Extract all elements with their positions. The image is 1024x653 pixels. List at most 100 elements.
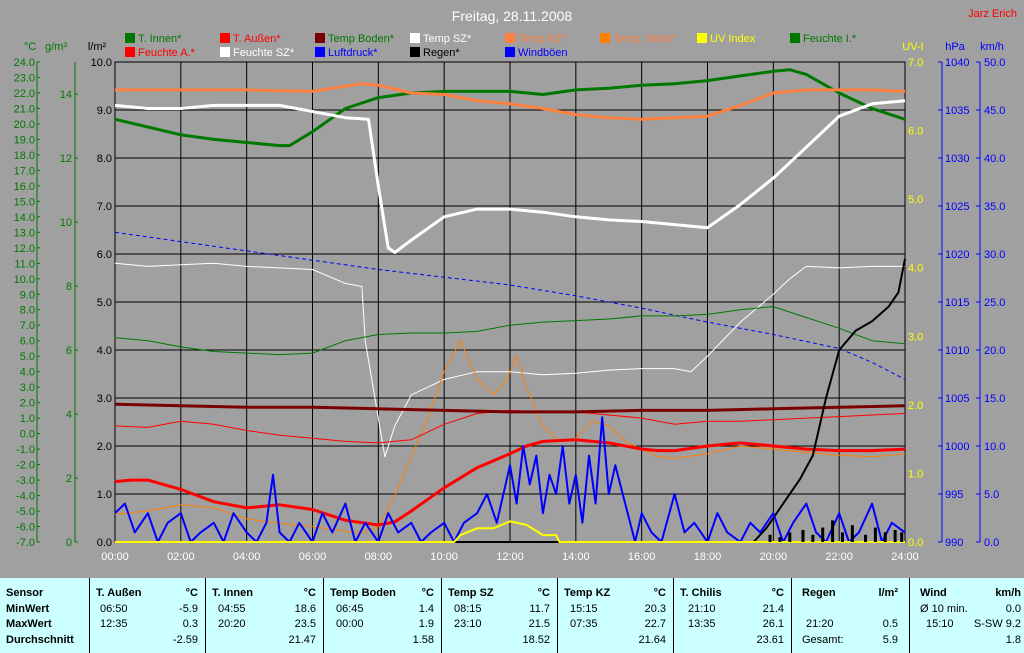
temp-tick-label: 3.0 xyxy=(20,382,35,394)
min-value: 1.4 xyxy=(418,603,434,615)
uv-tick-label: 0.0 xyxy=(908,537,923,549)
rain-bar xyxy=(801,530,805,542)
avg-value: 0.0 xyxy=(1005,603,1021,615)
temp-tick-label: -7.0 xyxy=(16,537,35,549)
legend-label: Temp KZ* xyxy=(518,33,567,45)
legend-label: Feuchte I.* xyxy=(803,33,857,45)
avg-label: Ø 10 min. xyxy=(920,603,968,615)
temp-tick-label: 16.0 xyxy=(14,181,35,193)
stats-col-kz: Temp KZ °C 15:15 20.3 07:35 22.7 21.64 xyxy=(558,578,672,653)
col-unit: l/m² xyxy=(878,587,898,599)
rain-tick-label: 1.0 xyxy=(97,489,112,501)
legend-swatch xyxy=(697,33,707,43)
x-tick-label: 20:00 xyxy=(760,551,788,563)
wind-tick-label: 0.0 xyxy=(984,537,999,549)
max-time: 20:20 xyxy=(218,618,246,630)
avg-value: 18.52 xyxy=(522,634,550,646)
temp-tick-label: 17.0 xyxy=(14,165,35,177)
avg-value: 23.61 xyxy=(756,634,784,646)
legend-label: T. Innen* xyxy=(138,33,182,45)
max-value: 1.9 xyxy=(418,618,434,630)
legend-label: Windböen xyxy=(518,47,568,59)
min-time: 15:15 xyxy=(570,603,598,615)
min-value: -5.9 xyxy=(179,603,198,615)
max-value: S-SW 9.2 xyxy=(973,618,1021,630)
rain-bar xyxy=(811,534,815,542)
rain-bar xyxy=(893,530,897,542)
wind-tick-label: 45.0 xyxy=(984,105,1005,117)
min-label: MinWert xyxy=(6,603,50,615)
x-tick-label: 02:00 xyxy=(167,551,195,563)
x-tick-label: 22:00 xyxy=(825,551,853,563)
legend-swatch xyxy=(410,47,420,57)
rain-bar xyxy=(873,527,877,542)
min-time: 04:55 xyxy=(218,603,246,615)
weather-chart: Freitag, 28.11.2008 Jarz Erich T. Innen*… xyxy=(0,0,1024,578)
rain-bar xyxy=(900,532,904,542)
uv-tick-label: 2.0 xyxy=(908,400,923,412)
uv-tick-label: 5.0 xyxy=(908,194,923,206)
temp-tick-label: 5.0 xyxy=(20,351,35,363)
col-unit: °C xyxy=(653,587,666,599)
x-tick-label: 16:00 xyxy=(628,551,656,563)
min-time: 08:15 xyxy=(454,603,482,615)
author-label: Jarz Erich xyxy=(968,8,1017,20)
wind-tick-label: 10.0 xyxy=(984,441,1005,453)
pressure-tick-label: 1040 xyxy=(945,57,969,69)
temp-tick-label: -1.0 xyxy=(16,444,35,456)
max-value: 0.3 xyxy=(182,618,198,630)
rain-bar xyxy=(840,532,844,542)
rain-bar xyxy=(768,534,772,542)
max-time: 13:35 xyxy=(688,618,716,630)
min-value: 21.4 xyxy=(762,603,784,615)
temp-tick-label: 7.0 xyxy=(20,320,35,332)
humidity-unit-label: g/m³ xyxy=(45,41,67,53)
humidity-tick-label: 4 xyxy=(66,409,72,421)
rain-tick-label: 7.0 xyxy=(97,201,112,213)
rain-tick-label: 3.0 xyxy=(97,393,112,405)
uv-tick-label: 6.0 xyxy=(908,126,923,138)
temp-tick-label: 2.0 xyxy=(20,398,35,410)
legend-label: T. Außen* xyxy=(233,33,281,45)
x-tick-label: 12:00 xyxy=(496,551,524,563)
legend-label: UV Index xyxy=(710,33,756,45)
temp-tick-label: 19.0 xyxy=(14,134,35,146)
min-time: 21:10 xyxy=(688,603,716,615)
x-tick-label: 00:00 xyxy=(101,551,129,563)
col-name: Wind xyxy=(920,587,947,599)
humidity-tick-label: 6 xyxy=(66,345,72,357)
legend-swatch xyxy=(125,47,135,57)
stats-col-innen: T. Innen °C 04:55 18.6 20:20 23.5 21.47 xyxy=(206,578,322,653)
avg-value: 21.64 xyxy=(638,634,666,646)
avg-value: 21.47 xyxy=(288,634,316,646)
uv-unit-label: UV-I xyxy=(902,41,923,53)
rain-bar xyxy=(850,525,854,542)
col-unit: °C xyxy=(303,587,316,599)
rain-unit-label: l/m² xyxy=(88,41,107,53)
rain-bar xyxy=(864,534,867,542)
col-name: T. Chilis xyxy=(680,587,722,599)
wind-tick-label: 30.0 xyxy=(984,249,1005,261)
avg-value: -2.59 xyxy=(172,634,198,646)
col-unit: °C xyxy=(771,587,784,599)
avg-label: Durchschnitt xyxy=(6,634,74,646)
col-name: Temp Boden xyxy=(330,587,396,599)
max-time: 07:35 xyxy=(570,618,598,630)
stats-col-sz: Temp SZ °C 08:15 11.7 23:10 21.5 18.52 xyxy=(442,578,556,653)
wind-tick-label: 35.0 xyxy=(984,201,1005,213)
stats-col-chilis: T. Chilis °C 21:10 21.4 13:35 26.1 23.61 xyxy=(674,578,790,653)
uv-tick-label: 7.0 xyxy=(908,57,923,69)
legend-label: Temp SZ* xyxy=(423,33,472,45)
total-value: 5.9 xyxy=(882,634,898,646)
legend-swatch xyxy=(790,33,800,43)
temp-tick-label: 23.0 xyxy=(14,72,35,84)
temp-tick-label: 14.0 xyxy=(14,212,35,224)
rain-bar xyxy=(778,537,782,542)
max-value: 26.1 xyxy=(762,618,784,630)
rain-tick-label: 9.0 xyxy=(97,105,112,117)
pressure-tick-label: 1030 xyxy=(945,153,969,165)
wind-tick-label: 20.0 xyxy=(984,345,1005,357)
rain-tick-label: 0.0 xyxy=(97,537,112,549)
chart-title: Freitag, 28.11.2008 xyxy=(452,8,573,24)
humidity-tick-label: 12 xyxy=(60,153,72,165)
